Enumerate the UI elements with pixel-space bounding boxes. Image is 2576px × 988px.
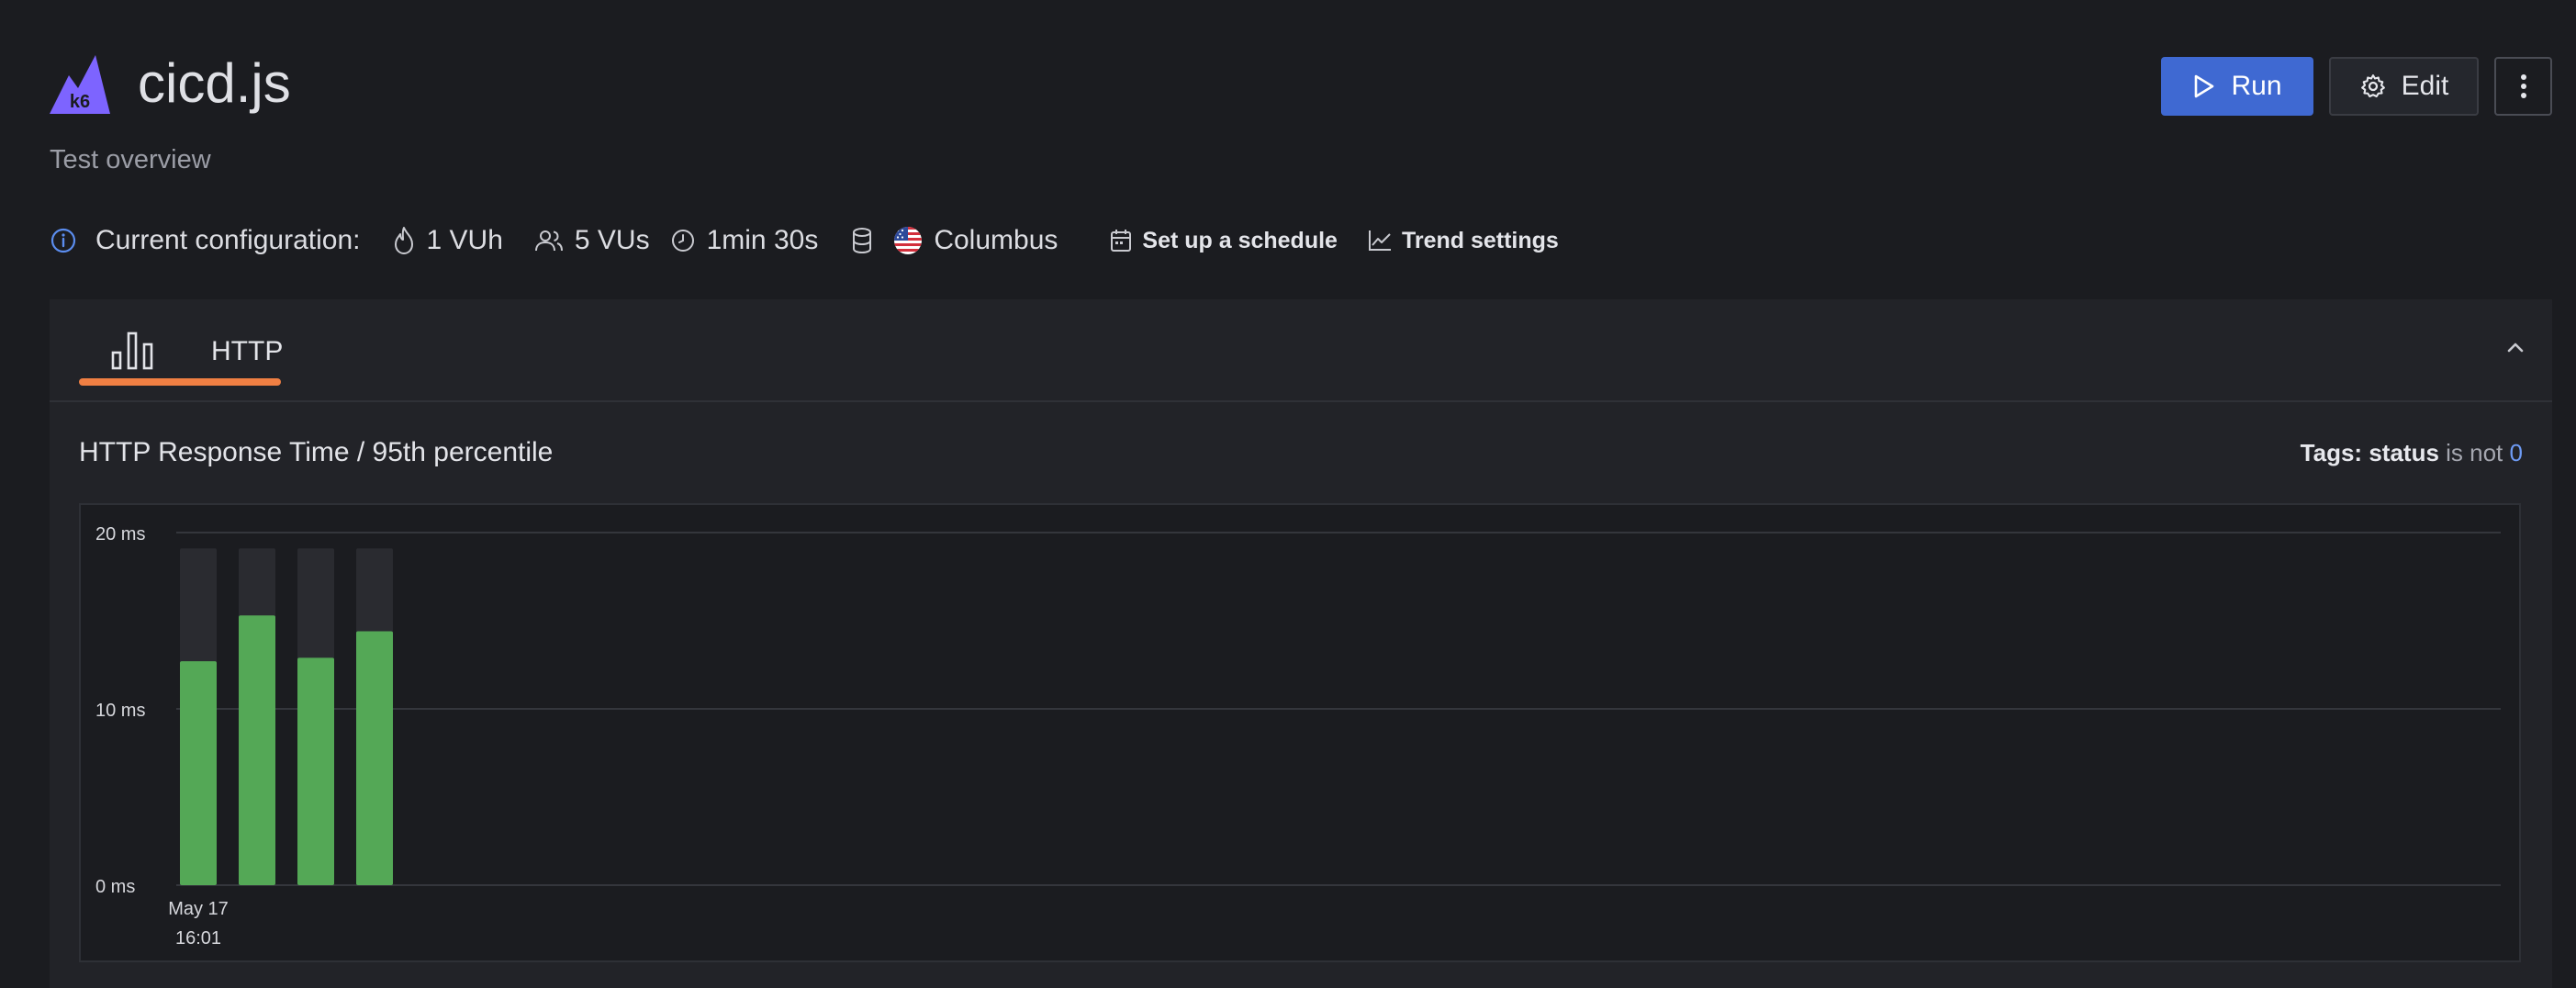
kebab-menu-icon — [2520, 74, 2526, 98]
bar-chart-icon — [111, 331, 153, 370]
tab-http[interactable]: HTTP — [79, 299, 284, 400]
config-vus: 5 VUs — [534, 225, 650, 256]
chart-area: 0 ms 10 ms 20 ms May 17 16:01 — [79, 503, 2521, 962]
clock-icon — [671, 230, 694, 252]
bar — [356, 631, 393, 885]
run-button[interactable]: Run — [2161, 57, 2313, 116]
trend-settings-label: Trend settings — [1401, 227, 1559, 253]
trend-chart-icon — [1368, 230, 1391, 251]
tab-bar: HTTP — [50, 299, 2552, 402]
config-duration: 1min 30s — [670, 225, 819, 256]
us-flag-icon — [894, 227, 923, 254]
y-tick-label: 10 ms — [95, 701, 145, 721]
play-icon — [2195, 74, 2214, 98]
config-label-group: Current configuration: — [50, 225, 361, 256]
page-subtitle: Test overview — [50, 145, 211, 174]
chevron-up-icon[interactable] — [2497, 329, 2534, 365]
calendar-icon — [1111, 230, 1132, 252]
config-location: Columbus — [851, 225, 1058, 256]
edit-button[interactable]: Edit — [2329, 57, 2479, 116]
config-duration-value: 1min 30s — [706, 225, 819, 255]
tags-key: status — [2369, 439, 2439, 466]
response-time-chart: 0 ms 10 ms 20 ms May 17 16:01 — [95, 524, 2501, 949]
more-options-button[interactable] — [2494, 57, 2552, 116]
tags-value: 0 — [2509, 439, 2523, 466]
config-vuh: 1 VUh — [392, 225, 503, 256]
config-vuh-value: 1 VUh — [426, 225, 503, 255]
tags-label: Tags: — [2300, 439, 2363, 466]
flame-icon — [394, 227, 413, 254]
info-icon — [50, 228, 76, 253]
x-tick-label-date: May 17 — [168, 899, 229, 919]
k6-logo-icon: k6 — [50, 55, 110, 114]
chart-title: HTTP Response Time / 95th percentile — [79, 437, 554, 467]
edit-button-label: Edit — [2401, 71, 2449, 101]
x-tick-label-time: 16:01 — [175, 928, 221, 949]
bar — [180, 661, 217, 885]
run-button-label: Run — [2231, 71, 2282, 101]
database-icon — [853, 228, 872, 254]
bar — [297, 657, 334, 885]
gear-icon — [2360, 74, 2385, 98]
y-tick-label: 20 ms — [95, 524, 145, 545]
tags-operator: is not — [2446, 439, 2503, 466]
config-vus-value: 5 VUs — [574, 225, 650, 255]
set-schedule-link[interactable]: Set up a schedule — [1109, 228, 1338, 254]
metrics-panel: HTTP HTTP Response Time / 95th percentil… — [50, 299, 2552, 988]
active-tab-indicator — [79, 378, 281, 386]
trend-settings-link[interactable]: Trend settings — [1367, 228, 1559, 254]
users-icon — [534, 230, 563, 252]
logo-text: k6 — [70, 92, 90, 112]
config-location-value: Columbus — [934, 225, 1058, 255]
tab-http-label: HTTP — [211, 336, 284, 366]
bar — [239, 615, 275, 885]
page-title: cicd.js — [138, 52, 291, 114]
config-label: Current configuration: — [95, 225, 361, 255]
chart-tags-filter[interactable]: Tags: status is not 0 — [2301, 439, 2523, 467]
y-tick-label: 0 ms — [95, 877, 135, 897]
set-schedule-label: Set up a schedule — [1142, 227, 1338, 253]
configuration-bar: Current configuration: 1 VUh 5 VUs 1min … — [50, 219, 1559, 263]
